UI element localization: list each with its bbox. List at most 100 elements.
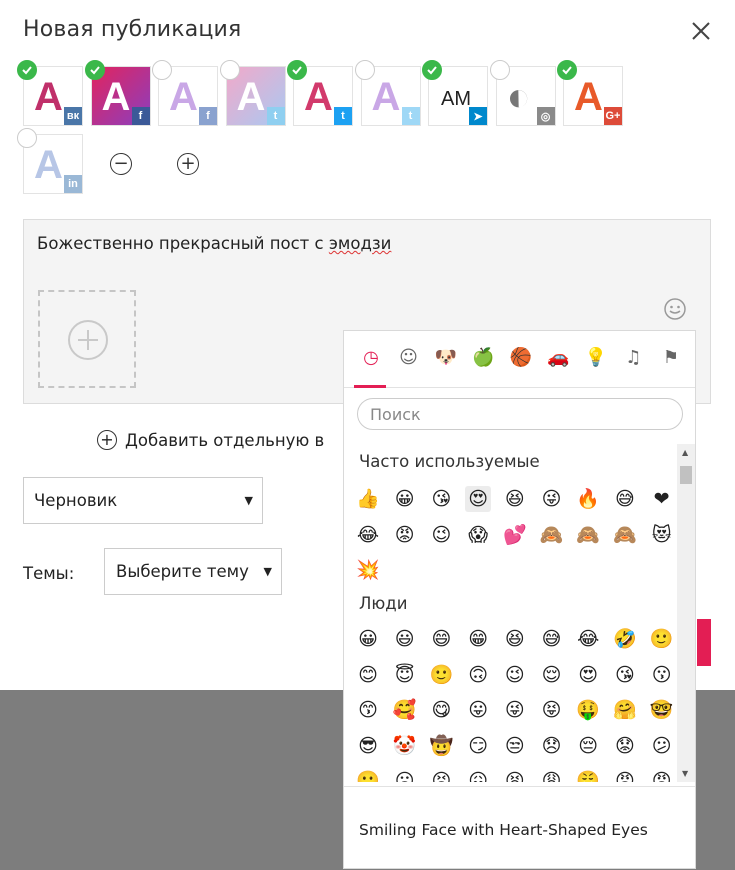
account-vk[interactable]: Aвк	[17, 60, 83, 126]
emoji-item[interactable]: 👍	[355, 486, 381, 512]
emoji-item[interactable]: 🤑	[575, 697, 601, 723]
status-select[interactable]: Черновик ▼	[23, 477, 263, 524]
emoji-item[interactable]: 😫	[502, 768, 528, 782]
car-icon[interactable]: 🚗	[547, 345, 571, 369]
emoji-item[interactable]: 🙁	[355, 768, 381, 782]
account-fb-page[interactable]: Af	[84, 60, 151, 126]
emoji-item[interactable]: 😻	[649, 522, 675, 548]
emoji-item[interactable]: 😣	[428, 768, 454, 782]
emoji-scrollbar[interactable]: ▲ ▼	[677, 444, 695, 782]
emoji-item[interactable]: 😂	[355, 522, 381, 548]
emoji-button-icon[interactable]	[664, 298, 686, 320]
emoji-item[interactable]: 🤡	[392, 733, 418, 759]
emoji-item[interactable]: 😉	[502, 662, 528, 688]
emoji-search-input[interactable]	[357, 398, 683, 430]
emoji-item[interactable]: 😘	[428, 486, 454, 512]
emoji-item[interactable]: 🥰	[392, 697, 418, 723]
sport-icon[interactable]: 🏀	[509, 345, 533, 369]
smiley-icon[interactable]: ☺	[397, 345, 421, 369]
emoji-item[interactable]: ❤	[649, 486, 675, 512]
emoji-item[interactable]: 😙	[355, 697, 381, 723]
emoji-item[interactable]: 😘	[612, 662, 638, 688]
emoji-item[interactable]: 😎	[355, 733, 381, 759]
symbols-icon[interactable]: ♫	[622, 345, 646, 369]
emoji-item[interactable]: 😡	[649, 768, 675, 782]
emoji-item[interactable]: 😆	[502, 626, 528, 652]
emoji-item[interactable]: 🙈	[575, 522, 601, 548]
emoji-item[interactable]: 😇	[392, 662, 418, 688]
remove-account-button[interactable]: −	[110, 153, 132, 175]
emoji-item[interactable]: 😂	[575, 626, 601, 652]
checkmark-icon[interactable]	[287, 60, 307, 80]
emoji-item[interactable]: 😞	[539, 733, 565, 759]
emoji-item[interactable]: 😀	[355, 626, 381, 652]
emoji-item[interactable]: 😖	[465, 768, 491, 782]
account-tw-1[interactable]: At	[219, 60, 286, 126]
emoji-item[interactable]: 😜	[502, 697, 528, 723]
emoji-item[interactable]: 😤	[575, 768, 601, 782]
unchecked-circle-icon[interactable]	[489, 60, 510, 80]
emoji-item[interactable]: 😊	[355, 662, 381, 688]
publish-button[interactable]	[697, 619, 711, 666]
checkmark-icon[interactable]	[84, 60, 105, 80]
emoji-item[interactable]: 😃	[392, 626, 418, 652]
emoji-item[interactable]: 😝	[539, 697, 565, 723]
animal-icon[interactable]: 🐶	[434, 345, 458, 369]
unchecked-circle-icon[interactable]	[354, 60, 375, 80]
emoji-item[interactable]: 😕	[649, 733, 675, 759]
account-tw-2[interactable]: At	[287, 60, 353, 126]
account-tg[interactable]: AM ➤	[422, 60, 488, 126]
emoji-item[interactable]: 🙂	[428, 662, 454, 688]
account-ig[interactable]: ◐ ◎	[489, 60, 556, 126]
emoji-item[interactable]: 😗	[649, 662, 675, 688]
emoji-item[interactable]: 😠	[612, 768, 638, 782]
emoji-item[interactable]: 😀	[392, 486, 418, 512]
flag-icon[interactable]: ⚑	[659, 345, 683, 369]
food-icon[interactable]: 🍏	[472, 345, 496, 369]
emoji-item[interactable]: 🔥	[575, 486, 601, 512]
emoji-item[interactable]: 🙈	[612, 522, 638, 548]
emoji-item[interactable]: 🤣	[612, 626, 638, 652]
scroll-thumb[interactable]	[680, 466, 692, 484]
account-fb-2[interactable]: Af	[152, 60, 218, 126]
emoji-item[interactable]: 😆	[502, 486, 528, 512]
account-tw-3[interactable]: At	[354, 60, 421, 126]
emoji-item[interactable]: 😋	[428, 697, 454, 723]
emoji-item[interactable]: 😔	[575, 733, 601, 759]
add-account-button[interactable]: +	[177, 153, 199, 175]
emoji-item[interactable]: 😁	[465, 626, 491, 652]
emoji-item[interactable]: 😉	[428, 522, 454, 548]
account-gplus[interactable]: A G+	[557, 60, 623, 126]
emoji-item[interactable]: 😱	[465, 522, 491, 548]
emoji-item[interactable]: 🙈	[539, 522, 565, 548]
emoji-item[interactable]: 🤓	[649, 697, 675, 723]
emoji-item[interactable]: 💕	[502, 522, 528, 548]
emoji-item[interactable]: 😅	[539, 626, 565, 652]
emoji-item[interactable]: 💥	[355, 557, 381, 583]
emoji-item[interactable]: 😛	[465, 697, 491, 723]
unchecked-circle-icon[interactable]	[17, 128, 37, 148]
emoji-item[interactable]: 😅	[612, 486, 638, 512]
add-separate-post-link[interactable]: + Добавить отдельную в	[97, 430, 324, 450]
bulb-icon[interactable]: 💡	[584, 345, 608, 369]
checkmark-icon[interactable]	[422, 60, 442, 80]
checkmark-icon[interactable]	[17, 60, 37, 80]
emoji-item[interactable]: 🙂	[649, 626, 675, 652]
scroll-up-icon[interactable]: ▲	[682, 448, 688, 457]
emoji-item[interactable]: 😜	[539, 486, 565, 512]
emoji-item[interactable]: 😟	[612, 733, 638, 759]
checkmark-icon[interactable]	[557, 60, 577, 80]
emoji-item[interactable]: 😩	[539, 768, 565, 782]
topic-select[interactable]: Выберите тему ▼	[104, 548, 282, 595]
emoji-item[interactable]: 😒	[502, 733, 528, 759]
scroll-down-icon[interactable]: ▼	[682, 769, 688, 778]
close-icon[interactable]	[690, 20, 712, 42]
emoji-item[interactable]: 😍	[575, 662, 601, 688]
post-text[interactable]: Божественно прекрасный пост с эмодзи	[37, 234, 391, 253]
emoji-item[interactable]: 😌	[539, 662, 565, 688]
media-dropzone[interactable]	[38, 290, 136, 388]
emoji-item[interactable]: 😄	[428, 626, 454, 652]
unchecked-circle-icon[interactable]	[152, 60, 172, 80]
emoji-item[interactable]: 😍	[465, 486, 492, 512]
unchecked-circle-icon[interactable]	[219, 60, 240, 80]
